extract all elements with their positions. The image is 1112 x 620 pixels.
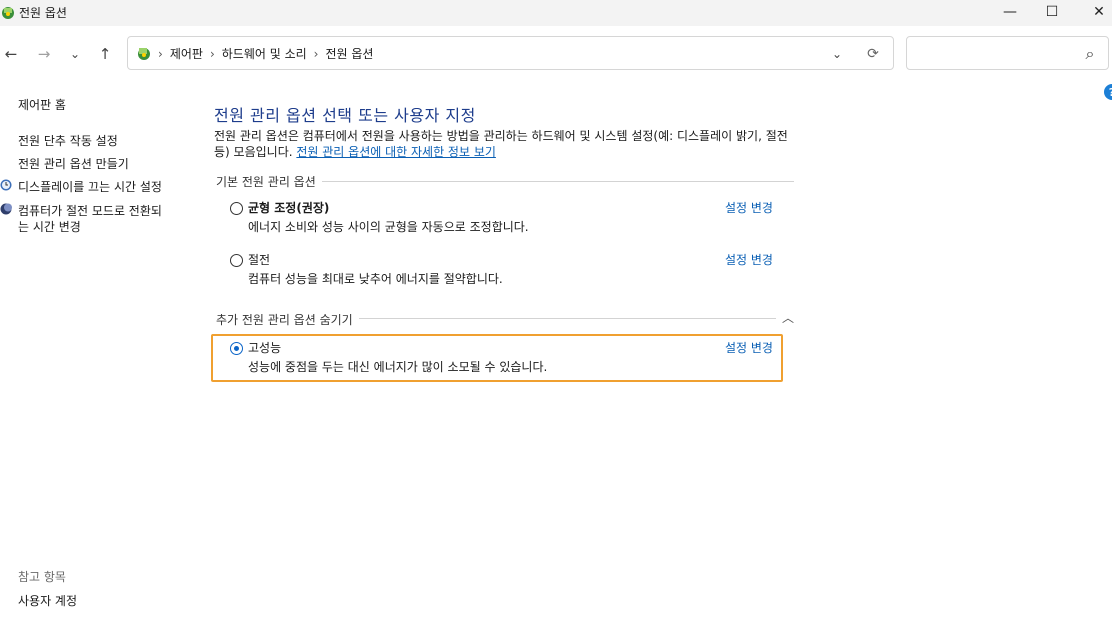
plan-balanced-name[interactable]: 균형 조정(권장): [248, 199, 329, 216]
refresh-icon[interactable]: ⟳: [862, 44, 884, 64]
moon-icon: [0, 203, 12, 215]
sidebar-item-sleep-time-line2[interactable]: 는 시간 변경: [18, 218, 81, 235]
plan-power-saver-change-settings-link[interactable]: 설정 변경: [725, 251, 773, 268]
breadcrumb-power-options[interactable]: 전원 옵션: [325, 45, 373, 62]
breadcrumb-separator[interactable]: ›: [314, 47, 319, 61]
plan-high-performance-radio[interactable]: [230, 342, 243, 355]
title-bar: [0, 0, 1112, 26]
address-dropdown-chevron-icon[interactable]: ⌄: [826, 44, 848, 64]
sidebar-item-power-button-settings[interactable]: 전원 단추 작동 설정: [18, 132, 118, 149]
plan-balanced-description: 에너지 소비와 성능 사이의 균형을 자동으로 조정합니다.: [248, 220, 529, 234]
breadcrumb-hardware-and-sound[interactable]: 하드웨어 및 소리: [222, 45, 307, 62]
window-title: 전원 옵션: [19, 6, 67, 20]
search-icon[interactable]: ⌕: [1079, 44, 1101, 64]
page-title: 전원 관리 옵션 선택 또는 사용자 지정: [214, 106, 476, 125]
plan-power-saver-name[interactable]: 절전: [248, 251, 270, 268]
sidebar-item-user-accounts[interactable]: 사용자 계정: [18, 592, 77, 609]
collapse-chevron-icon[interactable]: ︿: [782, 309, 794, 326]
close-button[interactable]: ✕: [1076, 0, 1112, 24]
page-description: 전원 관리 옵션은 컴퓨터에서 전원을 사용하는 방법을 관리하는 하드웨어 및…: [214, 128, 804, 160]
basic-plans-heading: 기본 전원 관리 옵션: [216, 173, 322, 190]
plan-power-saver-radio[interactable]: [230, 254, 243, 267]
minimize-button[interactable]: —: [987, 0, 1033, 24]
more-info-link[interactable]: 전원 관리 옵션에 대한 자세한 정보 보기: [296, 145, 496, 159]
breadcrumb-separator[interactable]: ›: [210, 47, 215, 61]
breadcrumb-separator: ›: [158, 46, 163, 61]
plan-power-saver-description: 컴퓨터 성능을 최대로 낮추어 에너지를 절약합니다.: [248, 272, 503, 286]
plan-balanced-radio[interactable]: [230, 202, 243, 215]
sidebar-item-display-off-time[interactable]: 디스플레이를 끄는 시간 설정: [18, 178, 162, 195]
plan-high-performance-name[interactable]: 고성능: [248, 339, 281, 356]
forward-arrow-icon[interactable]: →: [33, 44, 55, 64]
clock-icon: [0, 179, 12, 191]
plan-balanced-change-settings-link[interactable]: 설정 변경: [725, 199, 773, 216]
plan-high-performance-description: 성능에 중점을 두는 대신 에너지가 많이 소모될 수 있습니다.: [248, 360, 548, 374]
up-arrow-icon[interactable]: ↑: [94, 44, 116, 64]
see-also-heading: 참고 항목: [18, 570, 66, 584]
sidebar-control-panel-home[interactable]: 제어판 홈: [18, 96, 66, 113]
additional-plans-toggle[interactable]: 추가 전원 관리 옵션 숨기기: [216, 311, 359, 328]
maximize-button[interactable]: ☐: [1029, 0, 1075, 24]
plan-high-performance-change-settings-link[interactable]: 설정 변경: [725, 339, 773, 356]
recent-locations-chevron-icon[interactable]: ⌄: [64, 44, 86, 64]
help-icon[interactable]: ?: [1104, 84, 1112, 100]
sidebar-item-sleep-time[interactable]: 컴퓨터가 절전 모드로 전환되: [18, 202, 162, 219]
sidebar-item-create-power-plan[interactable]: 전원 관리 옵션 만들기: [18, 155, 129, 172]
back-arrow-icon[interactable]: ←: [0, 44, 22, 64]
breadcrumb: › 제어판 › 하드웨어 및 소리 › 전원 옵션: [158, 45, 373, 62]
power-options-app-icon: [2, 7, 14, 19]
breadcrumb-control-panel[interactable]: 제어판: [170, 45, 203, 62]
control-panel-icon: [138, 48, 150, 60]
